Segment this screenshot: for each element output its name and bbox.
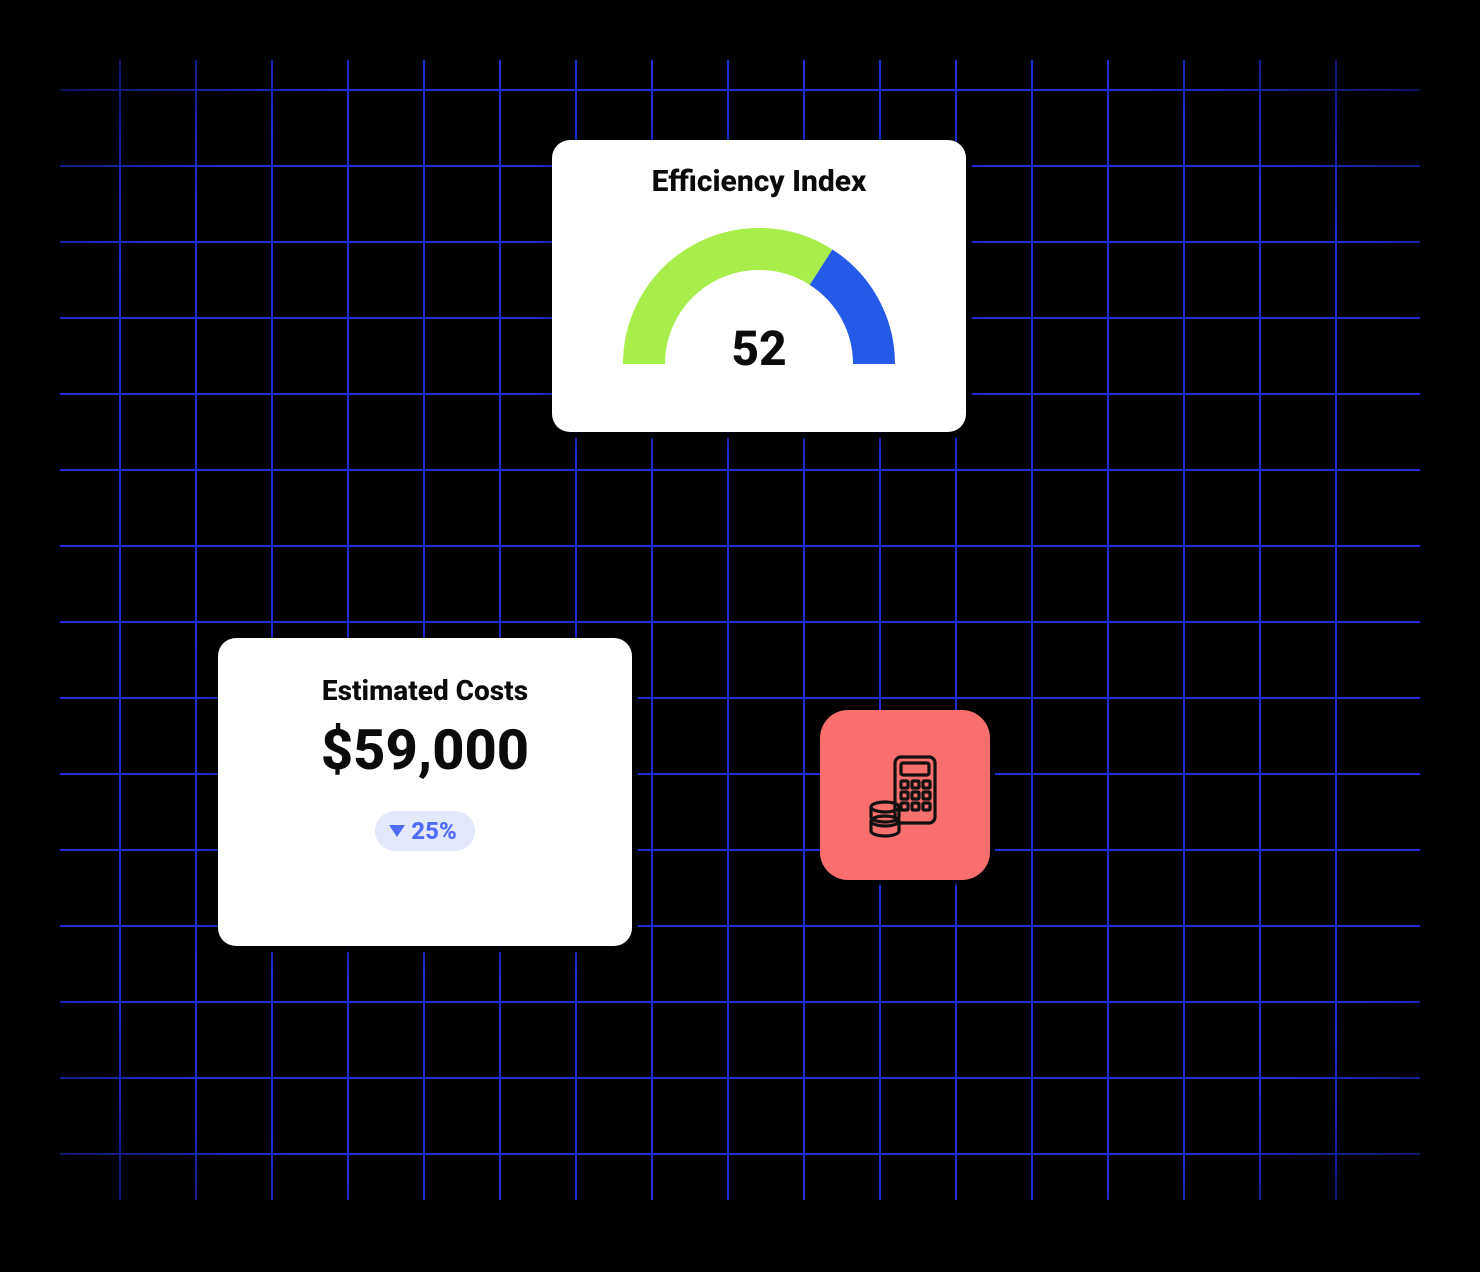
trend-value: 25% [411, 817, 456, 845]
cost-icon-tile [820, 710, 990, 880]
calculator-coins-icon [855, 745, 955, 845]
caret-down-icon [389, 825, 405, 837]
efficiency-index-card: Efficiency Index 52 [552, 140, 966, 432]
efficiency-title: Efficiency Index [652, 164, 867, 199]
efficiency-gauge: 52 [609, 209, 909, 379]
efficiency-value: 52 [731, 320, 786, 377]
estimated-costs-card: Estimated Costs $59,000 25% [218, 638, 632, 946]
trend-pill: 25% [375, 811, 474, 851]
costs-title: Estimated Costs [322, 674, 528, 707]
costs-amount: $59,000 [321, 717, 529, 783]
